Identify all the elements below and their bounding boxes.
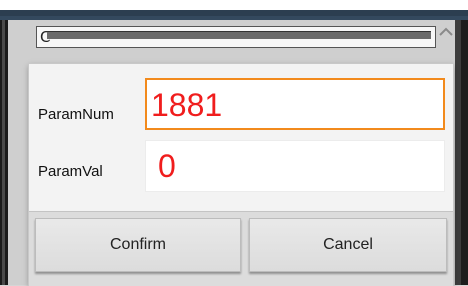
- status-strip: [0, 0, 468, 10]
- right-scrollbar[interactable]: [455, 20, 468, 285]
- background-field-bar: [47, 31, 431, 39]
- background-input-field[interactable]: C: [36, 26, 436, 48]
- param-val-label: ParamVal: [38, 163, 103, 180]
- confirm-button[interactable]: Confirm: [35, 218, 241, 272]
- param-val-input[interactable]: 0: [145, 140, 445, 192]
- param-num-input[interactable]: 1881: [145, 78, 445, 130]
- app-toolbar: [0, 10, 468, 20]
- dialog-button-bar: Confirm Cancel: [29, 211, 453, 286]
- chevron-up-icon[interactable]: [438, 24, 454, 40]
- left-frame-edge: [0, 20, 8, 285]
- param-num-label: ParamNum: [38, 106, 114, 123]
- cancel-button[interactable]: Cancel: [249, 218, 447, 272]
- param-num-row: ParamNum 1881: [29, 64, 453, 138]
- param-val-row: ParamVal 0: [29, 138, 453, 210]
- param-dialog: ParamNum 1881 ParamVal 0 Confirm Cancel: [29, 64, 453, 286]
